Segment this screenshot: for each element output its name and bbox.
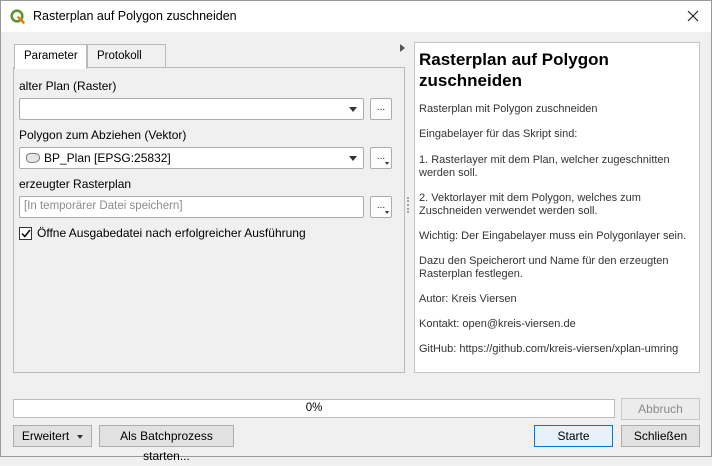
help-paragraph: 2. Vektorlayer mit dem Polygon, welches … bbox=[419, 192, 641, 217]
raster-input-label: alter Plan (Raster) bbox=[19, 79, 117, 93]
polygon-layer-select[interactable]: BP_Plan [EPSG:25832] bbox=[19, 147, 364, 169]
help-title: Rasterplan auf Polygon zuschneiden bbox=[419, 50, 609, 90]
window-title: Rasterplan auf Polygon zuschneiden bbox=[33, 9, 237, 23]
raster-layer-select[interactable] bbox=[19, 98, 364, 120]
parameters-panel: alter Plan (Raster) ... Polygon zum Abzi… bbox=[13, 67, 405, 373]
help-paragraph: Eingabelayer für das Skript sind: bbox=[419, 128, 578, 140]
qgis-logo-icon bbox=[10, 9, 25, 24]
chevron-down-icon bbox=[349, 107, 357, 112]
chevron-down-icon bbox=[349, 156, 357, 161]
chevron-down-icon bbox=[385, 211, 389, 214]
open-output-checkbox[interactable] bbox=[19, 226, 32, 240]
polygon-layer-value: BP_Plan [EPSG:25832] bbox=[44, 151, 171, 165]
cancel-button[interactable]: Abbruch bbox=[621, 398, 700, 420]
batch-button[interactable]: Als Batchprozess starten... bbox=[99, 425, 234, 463]
title-bar: Rasterplan auf Polygon zuschneiden bbox=[1, 1, 711, 32]
help-paragraph: Wichtig: Der Eingabelayer muss ein Polyg… bbox=[419, 230, 687, 242]
close-icon[interactable] bbox=[681, 5, 705, 27]
collapse-help-arrow-icon[interactable] bbox=[400, 44, 405, 52]
chevron-down-icon bbox=[385, 162, 389, 165]
help-link[interactable]: GitHub: https://github.com/kreis-viersen… bbox=[419, 343, 695, 356]
run-button[interactable]: Starte bbox=[534, 425, 613, 447]
splitter-handle[interactable] bbox=[407, 197, 409, 213]
advanced-button[interactable]: Erweitert bbox=[13, 425, 92, 447]
polygon-options-button[interactable]: ... bbox=[370, 147, 392, 169]
tab-protokoll[interactable]: Protokoll bbox=[87, 44, 166, 68]
help-paragraph: Kontakt: open@kreis-viersen.de bbox=[419, 318, 576, 330]
progress-label: 0% bbox=[305, 402, 323, 414]
polygon-options-label: ... bbox=[376, 151, 386, 162]
dialog-window: Rasterplan auf Polygon zuschneiden Param… bbox=[0, 0, 712, 463]
polygon-input-label: Polygon zum Abziehen (Vektor) bbox=[19, 128, 187, 142]
help-paragraph: Dazu den Speicherort und Name für den er… bbox=[419, 255, 669, 280]
help-panel: Rasterplan auf Polygon zuschneiden Raste… bbox=[414, 42, 700, 373]
close-button[interactable]: Schließen bbox=[621, 425, 700, 447]
help-paragraph: Autor: Kreis Viersen bbox=[419, 293, 517, 305]
open-output-label: Öffne Ausgabedatei nach erfolgreicher Au… bbox=[37, 226, 306, 240]
polygon-layer-icon bbox=[25, 152, 41, 164]
advanced-label: Erweitert bbox=[21, 429, 70, 443]
help-paragraph: Rasterplan mit Polygon zuschneiden bbox=[419, 103, 598, 115]
output-file-input[interactable]: [In temporärer Datei speichern] bbox=[19, 196, 364, 218]
raster-browse-button[interactable]: ... bbox=[370, 98, 392, 120]
progress-bar: 0% bbox=[13, 399, 615, 418]
output-options-button[interactable]: ... bbox=[370, 196, 392, 218]
output-label: erzeugter Rasterplan bbox=[19, 177, 132, 191]
open-output-option[interactable]: Öffne Ausgabedatei nach erfolgreicher Au… bbox=[19, 226, 306, 240]
help-paragraph: 1. Rasterlayer mit dem Plan, welcher zug… bbox=[419, 154, 670, 179]
output-options-label: ... bbox=[376, 200, 386, 211]
tab-parameter[interactable]: Parameter bbox=[14, 44, 87, 69]
chevron-down-icon bbox=[77, 434, 84, 439]
